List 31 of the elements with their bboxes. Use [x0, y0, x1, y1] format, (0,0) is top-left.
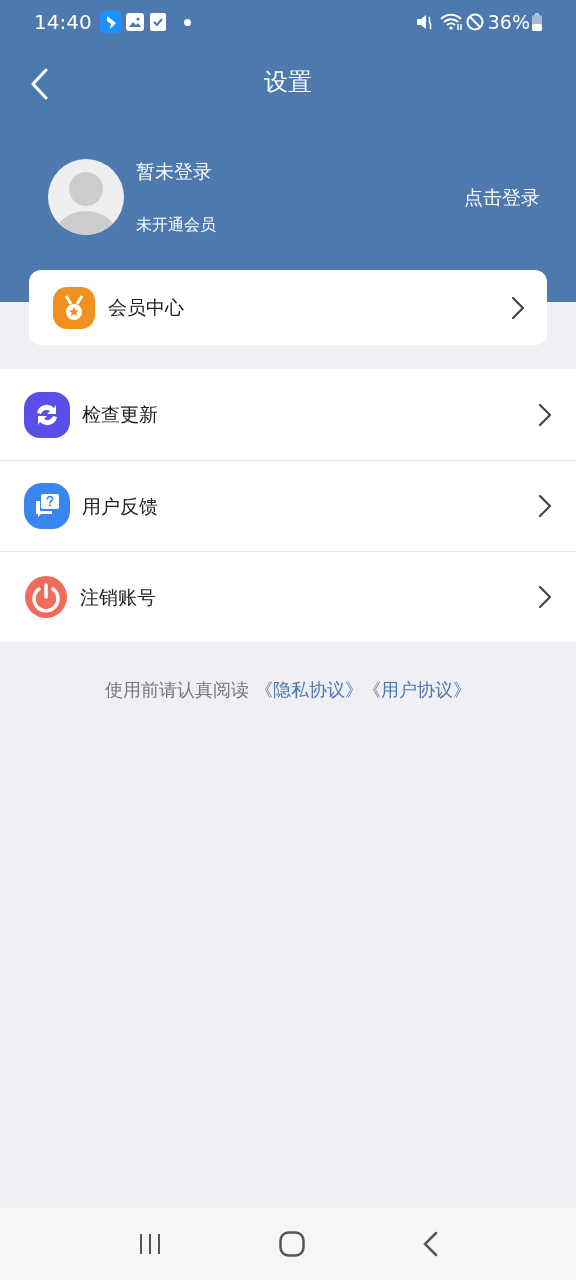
home-icon[interactable] — [279, 1231, 305, 1257]
settings-menu-item[interactable]: 用户反馈 — [0, 460, 576, 551]
member-center-card[interactable]: 会员中心 — [29, 270, 547, 345]
user-name: 暂未登录 — [136, 159, 213, 184]
status-time: 14:40 — [34, 9, 92, 36]
wifi-icon — [439, 13, 464, 31]
avatar-icon — [48, 159, 124, 235]
power-icon — [24, 575, 68, 619]
login-link[interactable]: 点击登录 — [464, 182, 540, 212]
chevron-right-icon — [538, 494, 552, 518]
settings-menu-item[interactable]: 注销账号 — [0, 551, 576, 642]
settings-menu-item[interactable]: 检查更新 — [0, 369, 576, 460]
footer-text: 使用前请认真阅读 — [105, 678, 249, 702]
chevron-right-icon — [538, 402, 552, 427]
agreement-link[interactable]: 《用户协议》 — [363, 676, 471, 703]
medal-icon — [53, 286, 95, 329]
recent-apps-icon[interactable] — [138, 1233, 163, 1255]
battery-icon — [532, 13, 542, 31]
back-icon[interactable] — [421, 1231, 438, 1257]
agreement-link[interactable]: 《隐私协议》 — [255, 676, 363, 703]
membership-status: 未开通会员 — [136, 214, 216, 236]
mute-icon — [415, 13, 434, 31]
dot-icon — [183, 18, 191, 26]
chevron-right-icon — [511, 295, 525, 320]
battery-percent: 36% — [487, 9, 530, 35]
blocked-icon — [465, 13, 484, 31]
page-title: 设置 — [264, 67, 312, 98]
chat-question-icon — [24, 483, 70, 529]
chevron-right-icon — [538, 585, 552, 609]
refresh-icon — [24, 391, 70, 438]
back-icon — [30, 68, 48, 100]
